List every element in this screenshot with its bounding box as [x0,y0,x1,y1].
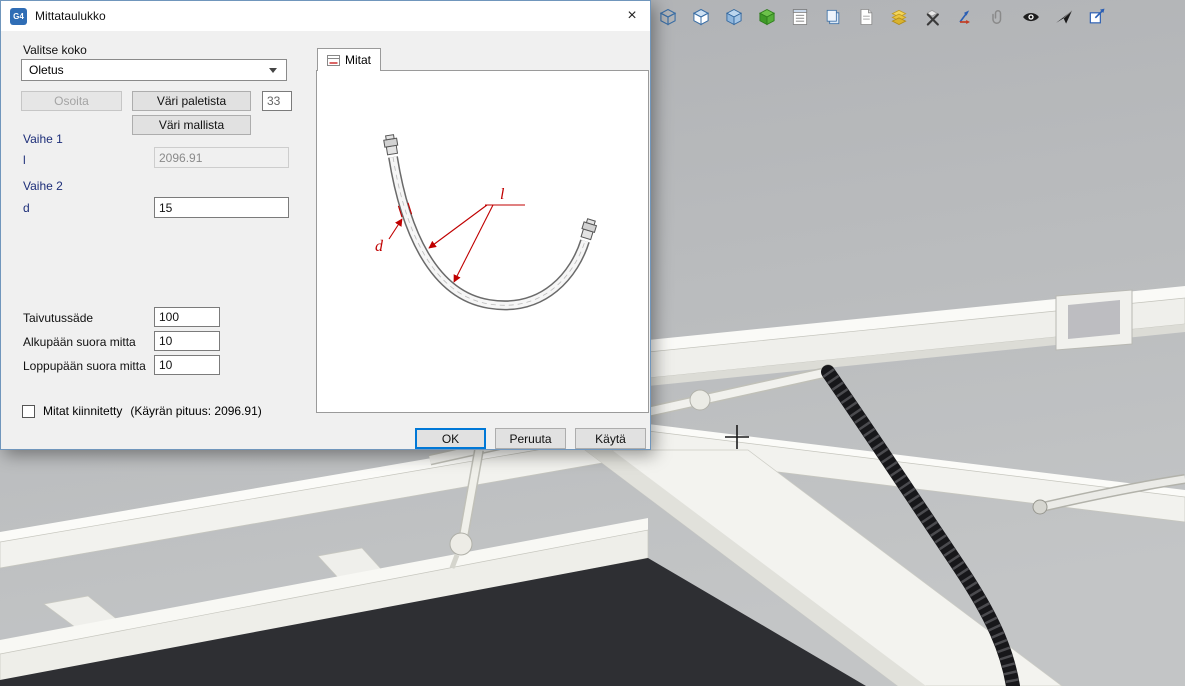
taivutussade-label: Taivutussäde [23,311,93,325]
tab-mitat[interactable]: Mitat [317,48,381,71]
dialog-titlebar[interactable]: G4 Mittataulukko × [1,1,650,31]
coordinate-axis-icon[interactable] [953,5,977,29]
fly-mode-icon[interactable] [1052,5,1076,29]
curve-length-note: (Käyrän pituus: 2096.91) [130,404,261,418]
apply-button[interactable]: Käytä [575,428,646,449]
end-straight-field[interactable] [154,355,220,375]
cancel-button[interactable]: Peruuta [495,428,566,449]
vaihe1-label: Vaihe 1 [23,132,63,146]
solid-box-icon[interactable] [722,5,746,29]
main-toolbar [656,5,1109,29]
length-dimension-label: l [500,186,505,203]
osoita-button[interactable]: Osoita [21,91,122,111]
attachment-icon[interactable] [986,5,1010,29]
valitse-koko-label: Valitse koko [23,43,87,57]
length-field [154,147,289,168]
close-button[interactable]: × [614,1,650,31]
delete-icon[interactable] [920,5,944,29]
size-dropdown[interactable]: Oletus [21,59,287,81]
ok-button[interactable]: OK [415,428,486,449]
dimensions-locked-row: Mitat kiinnitetty (Käyrän pituus: 2096.9… [22,404,262,418]
parts-list-icon[interactable] [788,5,812,29]
application-window: G4 Mittataulukko × Valitse koko Oletus O… [0,0,1185,686]
mitat-tab-icon [327,54,340,67]
layers-icon[interactable] [887,5,911,29]
export-view-icon[interactable] [1085,5,1109,29]
shaded-box-icon[interactable] [689,5,713,29]
palette-number-field[interactable] [262,91,292,111]
dialog-title: Mittataulukko [35,9,106,23]
vaihe2-field-label: d [23,201,30,215]
diameter-dimension-label: d [375,238,384,255]
copy-drawing-icon[interactable] [821,5,845,29]
drawing-sheet-icon[interactable] [854,5,878,29]
rect-tube-post [1056,290,1132,350]
diameter-field[interactable] [154,197,289,218]
bend-radius-field[interactable] [154,307,220,327]
visibility-icon[interactable] [1019,5,1043,29]
tab-mitat-label: Mitat [345,53,371,67]
wireframe-box-icon[interactable] [656,5,680,29]
mittataulukko-dialog: G4 Mittataulukko × Valitse koko Oletus O… [0,0,651,450]
dimension-preview-panel: l d [316,70,649,413]
dimensions-locked-checkbox[interactable] [22,405,35,418]
dimensions-locked-label: Mitat kiinnitetty [43,404,122,418]
vaihe2-label: Vaihe 2 [23,179,63,193]
vaihe1-field-label: l [23,153,26,167]
dimension-preview-drawing: l d [317,71,648,412]
start-straight-field[interactable] [154,331,220,351]
green-box-icon[interactable] [755,5,779,29]
app-icon: G4 [10,8,27,25]
alkupaa-label: Alkupään suora mitta [23,335,136,349]
vari-paletista-button[interactable]: Väri paletista [132,91,251,111]
size-dropdown-value: Oletus [29,63,64,77]
loppupaa-label: Loppupään suora mitta [23,359,146,373]
vari-mallista-button[interactable]: Väri mallista [132,115,251,135]
